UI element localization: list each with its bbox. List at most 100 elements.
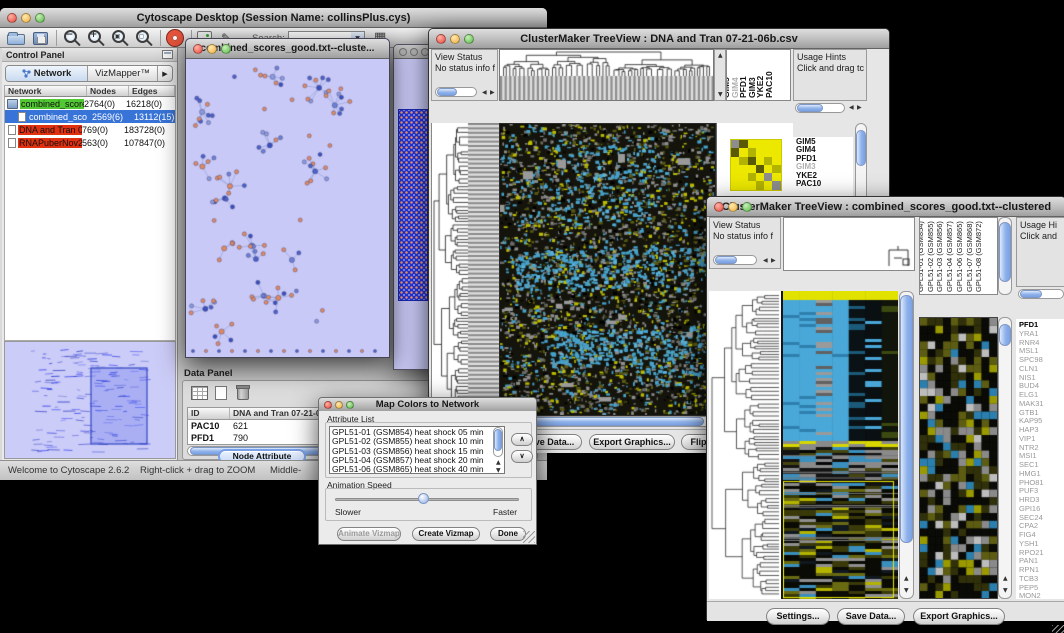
- attribute-list[interactable]: GPL51-01 (GSM854) heat shock 05 minGPL51…: [329, 426, 505, 474]
- tv2-array-labels[interactable]: GPL51-01 (GSM854)GPL51-02 (GSM855)GPL51-…: [919, 217, 998, 295]
- zoom-in-icon[interactable]: +: [88, 30, 101, 43]
- window-controls[interactable]: [7, 13, 45, 23]
- control-panel-tabs: Network VizMapper™ ▶: [5, 65, 173, 82]
- tv2-usage-hscroll[interactable]: [1018, 289, 1064, 299]
- help-lifesaver-icon[interactable]: [167, 30, 183, 46]
- tv2-heat-vscroll[interactable]: ▲ ▼: [899, 291, 914, 599]
- array-label[interactable]: PAC10: [765, 71, 774, 98]
- minimize-icon[interactable]: [21, 13, 31, 23]
- close-icon[interactable]: [324, 401, 332, 409]
- dense-network-view[interactable]: [398, 109, 428, 301]
- array-label[interactable]: GPL51-06 (GSM865): [955, 221, 964, 292]
- birdseye-view[interactable]: [4, 341, 176, 459]
- tv1-array-labels[interactable]: GIM5GIM4PFD1GIM3YKE2PAC10: [726, 49, 791, 101]
- close-icon[interactable]: [399, 48, 407, 56]
- tv1-usage-hscroll[interactable]: [795, 103, 845, 113]
- close-icon[interactable]: [7, 13, 17, 23]
- new-attribute-icon[interactable]: [215, 386, 227, 400]
- tv1-label-scroll-strip[interactable]: ▲ ▼: [714, 49, 726, 101]
- create-vizmap-button[interactable]: Create Vizmap: [412, 527, 480, 541]
- scroll-right-icon[interactable]: ▶: [857, 105, 862, 111]
- close-icon[interactable]: [714, 202, 724, 212]
- array-label[interactable]: GPL51-07 (GSM868): [965, 221, 974, 292]
- tv2-labels-vscroll[interactable]: [998, 217, 1012, 295]
- gene-label[interactable]: PAC10: [796, 180, 853, 188]
- zoom-window-icon[interactable]: [221, 44, 231, 54]
- move-down-button[interactable]: ∨: [511, 450, 533, 463]
- tv1-zoom-matrix[interactable]: [730, 139, 782, 191]
- minimize-icon[interactable]: [450, 34, 460, 44]
- open-session-icon[interactable]: [7, 34, 25, 45]
- resize-grip[interactable]: [523, 531, 535, 543]
- net1-titlebar[interactable]: combined_scores_good.txt--cluste...: [186, 39, 389, 59]
- scroll-right-icon[interactable]: ▶: [490, 90, 495, 96]
- tv1-array-dendrogram[interactable]: [499, 49, 714, 101]
- dialog-titlebar[interactable]: Map Colors to Network: [319, 398, 536, 412]
- tv2-heatmap[interactable]: [783, 291, 898, 599]
- main-titlebar[interactable]: Cytoscape Desktop (Session Name: collins…: [0, 8, 547, 28]
- close-icon[interactable]: [193, 44, 203, 54]
- export-graphics-button[interactable]: Export Graphics...: [913, 608, 1005, 625]
- network-row[interactable]: DNA and Tran 07 769(0) 183728(0): [5, 123, 175, 136]
- zoom-out-icon[interactable]: −: [64, 30, 77, 43]
- move-up-button[interactable]: ∧: [511, 433, 533, 446]
- close-icon[interactable]: [436, 34, 446, 44]
- scroll-left-icon[interactable]: ◀: [849, 105, 854, 111]
- network-row-icon: [18, 112, 26, 122]
- zoom-window-icon[interactable]: [742, 202, 752, 212]
- scroll-down-icon[interactable]: ▼: [496, 468, 501, 474]
- zoom-window-icon[interactable]: [464, 34, 474, 44]
- minimize-icon[interactable]: [207, 44, 217, 54]
- array-label[interactable]: GPL51-08 (GSM872): [974, 221, 983, 292]
- scroll-right-icon[interactable]: ▶: [771, 258, 776, 264]
- array-label[interactable]: GPL51-03 (GSM856): [935, 221, 944, 292]
- zoom-selected-icon[interactable]: ▣: [112, 30, 125, 43]
- tv1-heatmap[interactable]: [499, 123, 716, 416]
- minimize-icon[interactable]: [335, 401, 343, 409]
- minimize-icon[interactable]: [728, 202, 738, 212]
- attribute-list-vscroll[interactable]: [493, 427, 503, 457]
- save-session-icon[interactable]: [33, 32, 48, 45]
- scroll-left-icon[interactable]: ◀: [763, 258, 768, 264]
- settings-button[interactable]: Settings...: [766, 608, 830, 625]
- tv2-array-dendrogram[interactable]: [783, 217, 915, 271]
- select-attributes-icon[interactable]: [191, 386, 208, 400]
- save-data-button[interactable]: Save Data...: [837, 608, 905, 625]
- delete-attribute-icon[interactable]: [237, 387, 249, 400]
- scroll-down-icon[interactable]: ▼: [904, 588, 909, 594]
- tab-network[interactable]: Network: [6, 66, 88, 81]
- gene-label[interactable]: MON2: [1019, 592, 1064, 599]
- network-canvas[interactable]: [187, 59, 388, 355]
- tv1-status-hscroll[interactable]: [435, 87, 477, 97]
- network-row[interactable]: combined_sco 2569(6) 13112(15): [5, 110, 175, 123]
- tv1-gene-dendrogram[interactable]: [431, 123, 499, 414]
- network-row[interactable]: RNAPuberNov2+! 563(0) 107847(0): [5, 136, 175, 149]
- tv2-titlebar[interactable]: ClusterMaker TreeView : combined_scores_…: [707, 197, 1064, 217]
- scroll-up-icon[interactable]: ▲: [496, 460, 501, 466]
- tv2-gene-dendrogram[interactable]: [709, 291, 781, 599]
- array-label[interactable]: GPL51-04 (GSM857): [945, 221, 954, 292]
- done-button[interactable]: Done: [490, 527, 526, 541]
- export-graphics-button[interactable]: Export Graphics...: [589, 434, 675, 450]
- scroll-left-icon[interactable]: ◀: [482, 90, 487, 96]
- minimize-icon[interactable]: [410, 48, 418, 56]
- float-panel-icon[interactable]: [162, 50, 173, 59]
- slider-thumb[interactable]: [418, 493, 429, 504]
- zoom-fit-icon[interactable]: ◻: [136, 30, 149, 43]
- scroll-up-icon[interactable]: ▲: [1003, 576, 1008, 582]
- tv2-status-hscroll[interactable]: [713, 255, 757, 265]
- array-label[interactable]: GPL51-02 (GSM855): [926, 221, 935, 292]
- zoom-window-icon[interactable]: [346, 401, 354, 409]
- array-label[interactable]: GPL51-01 (GSM854): [919, 221, 925, 292]
- resize-grip[interactable]: [1052, 625, 1064, 633]
- tv2-zoom-vscroll[interactable]: ▲ ▼: [998, 317, 1012, 599]
- scroll-up-icon[interactable]: ▲: [904, 576, 909, 582]
- zoom-window-icon[interactable]: [35, 13, 45, 23]
- tv2-zoom-heatmap[interactable]: [919, 317, 998, 599]
- tv1-titlebar[interactable]: ClusterMaker TreeView : DNA and Tran 07-…: [429, 29, 889, 49]
- network-row[interactable]: combined_scores 2764(0) 16218(0): [5, 97, 175, 110]
- tv2-gene-list[interactable]: PFD1YRA1RNR4MSL1SPC98CLN1NIS1BUD4ELG1MAK…: [1016, 319, 1064, 599]
- tab-vizmapper[interactable]: VizMapper™: [88, 66, 158, 81]
- tab-overflow-icon[interactable]: ▶: [158, 66, 172, 81]
- scroll-down-icon[interactable]: ▼: [1003, 588, 1008, 594]
